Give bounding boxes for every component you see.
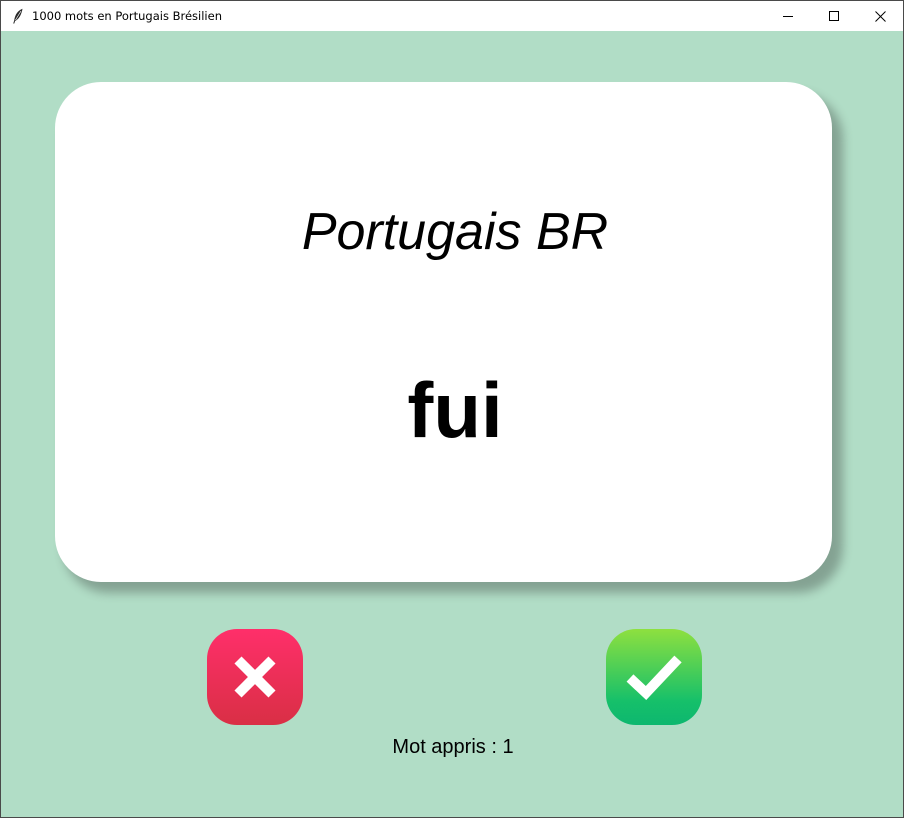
card-word: fui — [407, 366, 503, 454]
cross-icon — [234, 656, 276, 698]
title-bar[interactable]: 1000 mots en Portugais Brésilien — [1, 1, 903, 31]
checkmark-icon — [626, 655, 682, 701]
card-language-label: Portugais BR — [301, 203, 609, 261]
flashcard: Portugais BR fui — [55, 82, 832, 582]
window-controls — [765, 1, 903, 31]
close-button[interactable] — [857, 1, 903, 31]
score-label: Mot appris : 1 — [392, 736, 514, 758]
right-button[interactable] — [606, 629, 702, 725]
close-icon — [874, 10, 886, 22]
maximize-icon — [829, 11, 839, 21]
flashcard-area: Portugais BR fui Mot appris : 1 — [1, 31, 903, 817]
minimize-button[interactable] — [765, 1, 811, 31]
feather-icon — [10, 8, 26, 24]
app-window: 1000 mots en Portugais Brésilien Portuga… — [0, 0, 904, 818]
maximize-button[interactable] — [811, 1, 857, 31]
window-title: 1000 mots en Portugais Brésilien — [32, 9, 222, 23]
wrong-button[interactable] — [207, 629, 303, 725]
minimize-icon — [783, 16, 793, 17]
